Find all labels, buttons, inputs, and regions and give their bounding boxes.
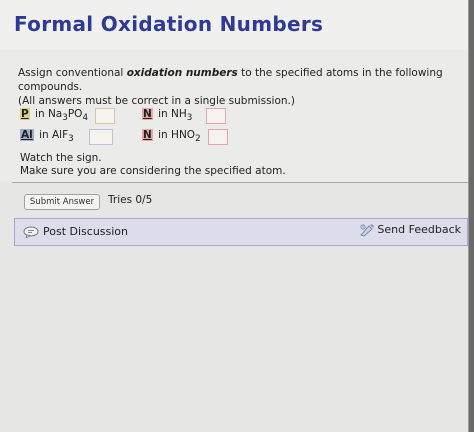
send-feedback-link[interactable]: Send Feedback bbox=[359, 223, 461, 237]
answer-item-p: P in Na3PO4 bbox=[20, 108, 116, 124]
answer-item-label: N in HNO2 bbox=[142, 129, 201, 145]
atom-symbol: P bbox=[20, 108, 30, 121]
compound-text: AlF bbox=[51, 129, 69, 142]
page: Formal Oxidation Numbers Assign conventi… bbox=[0, 0, 469, 432]
discussion-icon bbox=[23, 226, 39, 239]
feedback-icon bbox=[359, 223, 375, 237]
post-discussion-link[interactable]: Post Discussion bbox=[23, 225, 129, 239]
post-discussion-label: Post Discussion bbox=[43, 225, 129, 238]
answer-item-n-nh3: N in NH3 bbox=[142, 108, 226, 124]
atom-symbol: N bbox=[142, 108, 153, 121]
subscript: 3 bbox=[68, 134, 74, 145]
answer-input-n-hno2[interactable] bbox=[207, 129, 228, 145]
connector-text: in bbox=[35, 129, 52, 142]
answer-item-label: N in NH3 bbox=[142, 108, 193, 124]
prompt-text-start: Assign conventional bbox=[18, 67, 127, 79]
compound-text: Na bbox=[47, 108, 63, 121]
divider bbox=[12, 182, 468, 183]
connector-text: in bbox=[154, 108, 172, 121]
connector-text: in bbox=[31, 108, 48, 121]
answer-input-p[interactable] bbox=[95, 108, 116, 124]
problem-prompt: Assign conventional oxidation numbers to… bbox=[18, 66, 458, 108]
hints: Watch the sign. Make sure you are consid… bbox=[20, 152, 460, 178]
discussion-bar: Post Discussion Send Feedback bbox=[14, 218, 468, 246]
compound-text: NH bbox=[171, 108, 187, 121]
answer-item-n-hno2: N in HNO2 bbox=[142, 129, 228, 145]
prompt-note: (All answers must be correct in a single… bbox=[18, 95, 295, 107]
compound-text: HNO bbox=[171, 129, 196, 142]
subscript: 4 bbox=[82, 113, 89, 124]
hint-sign: Watch the sign. bbox=[20, 152, 102, 164]
submit-answer-button[interactable]: Submit Answer bbox=[24, 194, 100, 210]
subscript: 2 bbox=[195, 134, 201, 145]
page-title: Formal Oxidation Numbers bbox=[14, 12, 324, 36]
compound-text: PO bbox=[67, 108, 83, 121]
atom-symbol: Al bbox=[20, 129, 34, 142]
connector-text: in bbox=[154, 129, 172, 142]
page-header: Formal Oxidation Numbers bbox=[0, 0, 468, 51]
answer-item-al: Al in AlF3 bbox=[20, 129, 114, 145]
subscript: 3 bbox=[186, 113, 193, 124]
answer-item-label: P in Na3PO4 bbox=[20, 108, 89, 124]
answer-input-n-nh3[interactable] bbox=[205, 108, 226, 124]
answer-item-label: Al in AlF3 bbox=[20, 129, 74, 145]
answer-input-al[interactable] bbox=[89, 129, 114, 145]
prompt-emphasis: oxidation numbers bbox=[126, 67, 238, 79]
tries-counter: Tries 0/5 bbox=[108, 194, 153, 206]
send-feedback-label: Send Feedback bbox=[377, 223, 461, 236]
hint-atom: Make sure you are considering the specif… bbox=[20, 165, 286, 177]
atom-symbol: N bbox=[142, 129, 153, 142]
